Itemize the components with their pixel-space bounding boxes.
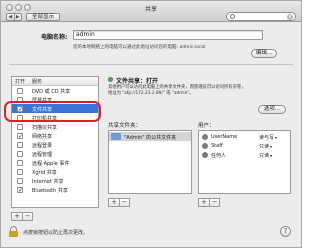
computer-name-hint: 您的本地网络上的电脑可以通过此地址访问您的电脑: admin.local — [73, 45, 206, 50]
user-name: UserName — [211, 134, 238, 140]
divider — [9, 64, 293, 65]
file-sharing-status: 文件共享：打开 — [116, 78, 159, 85]
search-icon — [230, 14, 235, 19]
lock-body — [9, 231, 18, 237]
computer-name-label: 电脑名称: — [41, 34, 68, 41]
service-row-internet[interactable]: Internet 共享 — [12, 176, 98, 185]
service-row-scanner[interactable]: 扫描仪共享 — [12, 122, 98, 131]
service-list-header: 打开 服务 — [12, 77, 98, 86]
sharing-window: 共享 ◀ ▶ 全部显示 x 电脑名称: admin 您的本地网络上的电脑可以通过… — [0, 0, 302, 248]
user-icon — [202, 134, 208, 140]
service-checkbox[interactable] — [17, 151, 23, 157]
user-name: Staff — [211, 143, 223, 149]
remove-service-button[interactable]: − — [22, 213, 32, 220]
permission-popup[interactable]: 只读 — [259, 152, 272, 159]
user-row[interactable]: Staff 只读 — [199, 142, 290, 150]
column-on[interactable]: 打开 — [15, 78, 25, 85]
users-label: 用户： — [198, 123, 215, 129]
everyone-icon — [202, 152, 208, 158]
service-row-bluetooth[interactable]: ✓ Bluetooth 共享 — [12, 185, 98, 194]
service-checkbox[interactable]: ✓ — [17, 133, 23, 140]
service-checkbox[interactable] — [17, 169, 23, 175]
computer-name-field[interactable]: admin — [73, 30, 263, 40]
user-name: 任何人 — [211, 153, 227, 159]
group-icon — [202, 143, 208, 149]
remove-folder-button[interactable]: − — [119, 199, 129, 206]
service-add-remove: + − — [11, 212, 33, 221]
service-label: Internet 共享 — [32, 179, 64, 185]
service-checkbox[interactable] — [17, 142, 23, 148]
edit-button[interactable]: 编辑... — [251, 49, 277, 58]
status-indicator-icon — [108, 77, 113, 82]
forward-button[interactable]: ▶ — [13, 14, 22, 20]
column-service[interactable]: 服务 — [32, 78, 42, 85]
shared-folder-row[interactable]: "Admin" 的公共文件夹 — [109, 132, 191, 141]
file-sharing-description: 其他用户可以访问此电脑上的共享文件夹，而管理员可以访问所有宗卷， 地址为 "af… — [108, 85, 248, 97]
service-row-remote-management[interactable]: 远程管理 — [12, 149, 98, 158]
service-list: 打开 服务 DVD 或 CD 共享 屏幕共享 ✓ 文件共享 打印机共享 扫描仪共… — [11, 76, 99, 208]
service-row-web[interactable]: ✓ 网络共享 — [12, 131, 98, 140]
service-row-dvd[interactable]: DVD 或 CD 共享 — [12, 86, 98, 95]
folder-icon — [111, 133, 121, 140]
permission-popup[interactable]: 读与写 — [259, 134, 277, 141]
shared-folders-list: "Admin" 的公共文件夹 — [108, 130, 192, 194]
service-row-remote-apple-events[interactable]: 远程 Apple 事件 — [12, 158, 98, 167]
service-checkbox[interactable] — [17, 124, 23, 130]
add-service-button[interactable]: + — [12, 213, 22, 220]
service-label: 远程登录 — [32, 143, 53, 149]
clear-search-icon[interactable]: x — [287, 14, 293, 20]
service-row-xgrid[interactable]: Xgrid 共享 — [12, 167, 98, 176]
service-checkbox[interactable] — [17, 178, 23, 184]
service-label: Bluetooth 共享 — [32, 188, 68, 194]
service-checkbox[interactable] — [17, 88, 23, 94]
add-folder-button[interactable]: + — [109, 199, 119, 206]
service-checkbox[interactable] — [17, 160, 23, 166]
help-button[interactable]: ? — [280, 226, 291, 237]
user-add-remove: + − — [198, 198, 220, 207]
service-label: Xgrid 共享 — [32, 170, 57, 176]
service-row-remote-login[interactable]: 远程登录 — [12, 140, 98, 149]
service-label: 远程管理 — [32, 152, 53, 158]
user-row[interactable]: UserName 读与写 — [199, 133, 290, 141]
highlight-ring — [4, 101, 101, 122]
shared-folders-label: 共享文件夹： — [108, 123, 142, 129]
remove-user-button[interactable]: − — [209, 199, 219, 206]
nav-buttons: ◀ ▶ — [6, 13, 22, 21]
permission-popup[interactable]: 只读 — [259, 143, 272, 150]
title-bar: 共享 ◀ ▶ 全部显示 x — [1, 1, 301, 22]
lock-icon[interactable] — [9, 226, 18, 237]
description-line: 地址为 "afp://172.23.2.89/" 或 "admin"。 — [108, 91, 194, 96]
service-label: 网络共享 — [32, 134, 53, 140]
add-user-button[interactable]: + — [199, 199, 209, 206]
search-field[interactable]: x — [226, 12, 296, 21]
folder-add-remove: + − — [108, 198, 130, 207]
user-row[interactable]: 任何人 只读 — [199, 151, 290, 159]
options-button[interactable]: 选项... — [258, 105, 286, 114]
service-label: 远程 Apple 事件 — [32, 161, 70, 167]
service-label: DVD 或 CD 共享 — [32, 89, 71, 95]
lock-text: 点按锁按钮以防止再次更改。 — [23, 230, 89, 236]
service-label: 扫描仪共享 — [32, 125, 58, 131]
folder-name: "Admin" 的公共文件夹 — [124, 135, 177, 141]
service-checkbox[interactable]: ✓ — [17, 187, 23, 194]
show-all-button[interactable]: 全部显示 — [26, 13, 61, 21]
users-list: UserName 读与写 Staff 只读 任何人 只读 — [198, 130, 291, 194]
